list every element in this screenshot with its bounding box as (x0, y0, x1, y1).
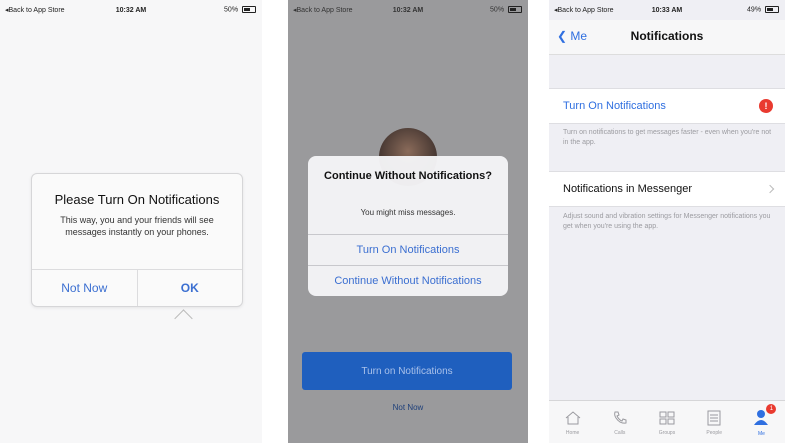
turn-on-notifications-button[interactable]: Turn on Notifications (302, 352, 512, 390)
battery-percent: 49% (747, 6, 762, 14)
nav-bar: ❮ Me Notifications (549, 20, 785, 55)
alert-message: You might miss messages. (360, 208, 456, 217)
battery-icon (242, 6, 256, 14)
tab-home[interactable]: Home (549, 401, 596, 443)
alert-badge-icon: ! (759, 99, 773, 113)
people-icon (707, 410, 721, 425)
tab-groups[interactable]: Groups (643, 401, 690, 443)
notifications-in-messenger-row[interactable]: Notifications in Messenger (549, 171, 785, 207)
status-right: 50% (490, 6, 522, 14)
tab-badge: 1 (766, 403, 777, 414)
alert-button-row: Not Now OK (32, 269, 242, 306)
screen-notification-settings: ◂Back to App Store 10:33 AM 49% ❮ Me Not… (549, 0, 785, 443)
continue-without-notifications-option[interactable]: Continue Without Notifications (308, 265, 508, 296)
row-description: Adjust sound and vibration settings for … (563, 213, 771, 230)
tab-label: People (706, 429, 722, 436)
screen-continue-without: ◂Back to App Store 10:32 AM 50% Continue… (288, 0, 528, 443)
ok-button[interactable]: OK (136, 270, 243, 306)
phone-icon (613, 411, 627, 424)
tab-label: Me (757, 430, 765, 437)
tab-label: Calls (614, 429, 626, 436)
tab-bar: Home Calls Groups People 1 Me (549, 400, 785, 443)
battery-percent: 50% (224, 6, 239, 14)
notifications-alert: Please Turn On Notifications This way, y… (31, 173, 243, 307)
row-label: Notifications in Messenger (563, 183, 693, 195)
chevron-up-icon (174, 309, 193, 328)
not-now-link[interactable]: Not Now (288, 403, 528, 412)
status-time: 10:32 AM (115, 6, 147, 14)
tab-label: Groups (658, 429, 676, 436)
screen-permission-prompt: ◂Back to App Store 10:32 AM 50% Please T… (0, 0, 262, 443)
alert-title: Continue Without Notifications? (324, 170, 492, 182)
groups-icon (659, 411, 675, 424)
tab-people[interactable]: People (691, 401, 738, 443)
status-bar: ◂Back to App Store 10:33 AM 49% (549, 0, 785, 20)
tab-label: Home (565, 429, 580, 436)
battery-percent: 50% (490, 6, 505, 14)
row-label: Turn On Notifications (563, 100, 666, 112)
alert-title: Please Turn On Notifications (54, 192, 220, 207)
battery-icon (508, 6, 522, 14)
row-description: Turn on notifications to get messages fa… (563, 129, 772, 146)
tab-me[interactable]: 1 Me (738, 401, 785, 443)
page-title: Notifications (630, 29, 704, 43)
not-now-button[interactable]: Not Now (32, 270, 137, 306)
status-right: 49% (747, 6, 779, 14)
status-bar: ◂Back to App Store 10:32 AM 50% (0, 0, 262, 20)
alert-message: This way, you and your friends will see … (60, 215, 214, 237)
status-bar: ◂Back to App Store 10:32 AM 50% (288, 0, 528, 20)
battery-icon (765, 6, 779, 14)
tab-calls[interactable]: Calls (596, 401, 643, 443)
home-icon (565, 410, 580, 424)
chevron-right-icon (765, 184, 775, 194)
turn-on-notifications-row[interactable]: Turn On Notifications ! (549, 88, 785, 124)
status-right: 50% (224, 6, 256, 14)
continue-without-alert: Continue Without Notifications? You migh… (308, 156, 508, 296)
me-icon-wrap: 1 (752, 403, 777, 428)
turn-on-notifications-option[interactable]: Turn On Notifications (308, 234, 508, 265)
